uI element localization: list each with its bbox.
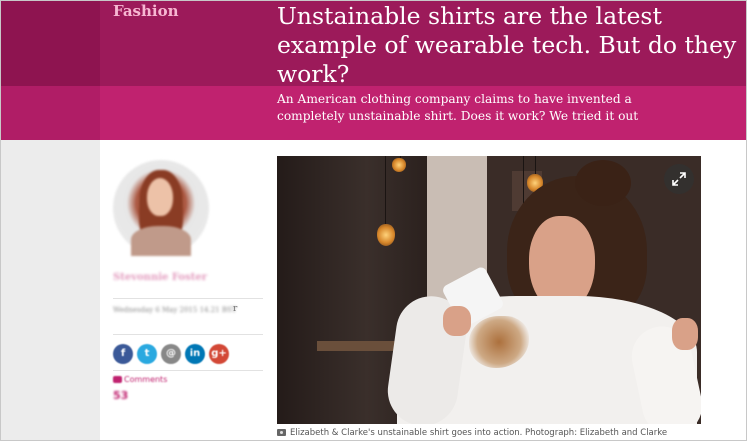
publish-date-trail: r [233,304,238,314]
email-share-button[interactable]: @ [161,344,181,364]
expand-icon [672,172,686,186]
lightbulb [392,158,406,172]
divider [113,334,263,335]
divider [113,370,263,371]
subject-right-hand [672,318,698,350]
header-left-gutter [0,0,100,86]
facebook-share-button[interactable]: f [113,344,133,364]
caption-text: Elizabeth & Clarke's unstainable shirt g… [290,428,668,438]
page-title: Unstainable shirts are the latest exampl… [277,2,737,88]
comments-count[interactable]: 53 [113,389,128,402]
comments-link[interactable]: Comments [113,375,167,384]
lamp-cord [535,156,536,176]
standfirst: An American clothing company claims to h… [277,92,639,123]
googleplus-share-button[interactable]: g+ [209,344,229,364]
avatar-shoulders [131,226,191,256]
lightbulb [377,224,395,246]
lamp-cord [385,156,386,226]
section-link[interactable]: Fashion [113,2,179,20]
divider [113,298,263,299]
subject-hair-bun [575,160,631,206]
subject-left-hand [443,306,471,336]
camera-icon [277,429,286,436]
author-name-link[interactable]: Stevonnie Foster [113,272,207,283]
article-main-image [277,156,701,424]
avatar-face [147,178,173,216]
expand-image-button[interactable] [664,164,694,194]
left-gutter [0,140,100,441]
comment-bubble-icon [113,376,122,383]
linkedin-share-button[interactable]: in [185,344,205,364]
image-caption: Elizabeth & Clarke's unstainable shirt g… [277,428,667,438]
standfirst-left-gutter [0,86,100,140]
publish-date: Wednesday 6 May 2015 14.21 BST [113,306,237,314]
twitter-share-button[interactable]: t [137,344,157,364]
comments-label: Comments [124,375,168,384]
author-avatar[interactable] [113,160,209,256]
